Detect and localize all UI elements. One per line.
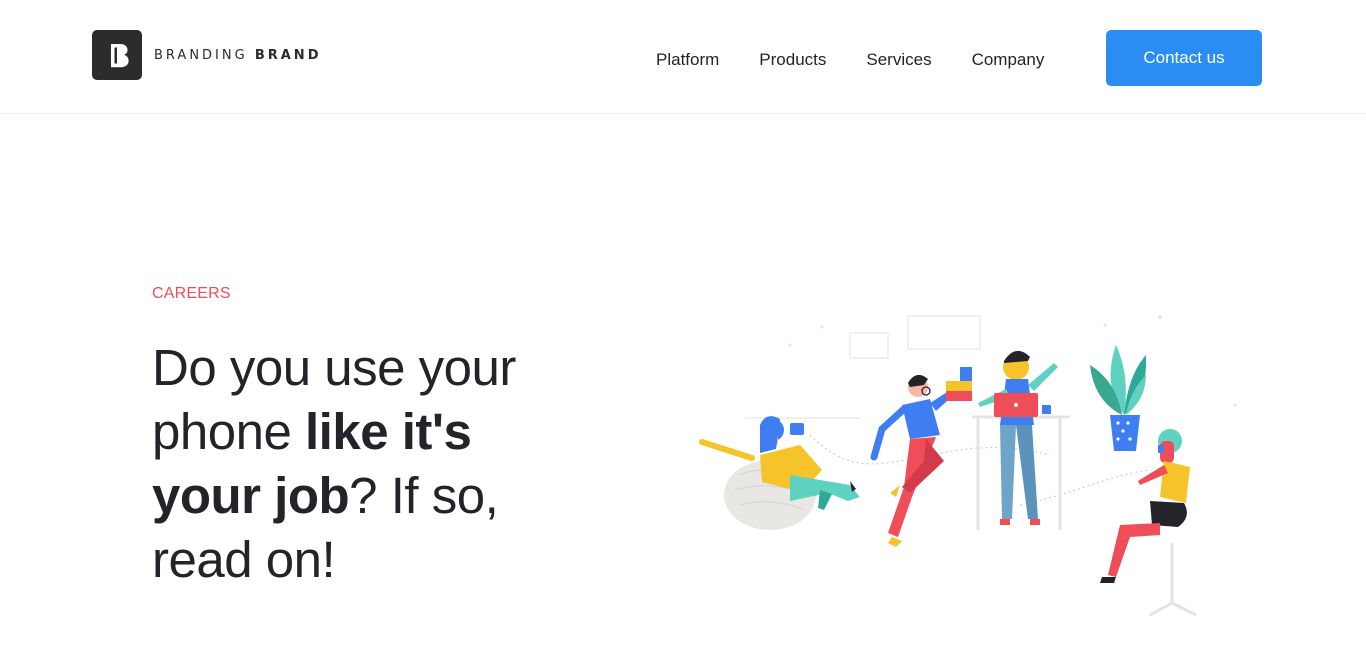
team-illustration <box>690 305 1250 625</box>
team-working-illustration-icon <box>699 315 1237 617</box>
headline-bold-2: your job <box>152 467 350 524</box>
contact-us-button[interactable]: Contact us <box>1106 30 1262 86</box>
nav-item-platform[interactable]: Platform <box>656 49 719 71</box>
site-header: BRANDING BRAND Platform Products Service… <box>0 0 1366 114</box>
nav-item-services[interactable]: Services <box>866 49 931 71</box>
headline-bold-1: like it's <box>305 403 472 460</box>
brand-logo[interactable]: BRANDING BRAND <box>92 30 321 80</box>
brand-wordmark: BRANDING BRAND <box>154 48 321 63</box>
logo-icon <box>92 30 142 80</box>
hero-headline: Do you use your phone like it's your job… <box>152 336 572 592</box>
nav-item-company[interactable]: Company <box>972 49 1045 71</box>
brand-name-light: BRANDING <box>154 47 248 63</box>
brand-name-bold: BRAND <box>254 47 322 63</box>
main-nav: Platform Products Services Company <box>656 49 1044 71</box>
careers-eyebrow: CAREERS <box>152 285 231 302</box>
nav-item-products[interactable]: Products <box>759 49 826 71</box>
